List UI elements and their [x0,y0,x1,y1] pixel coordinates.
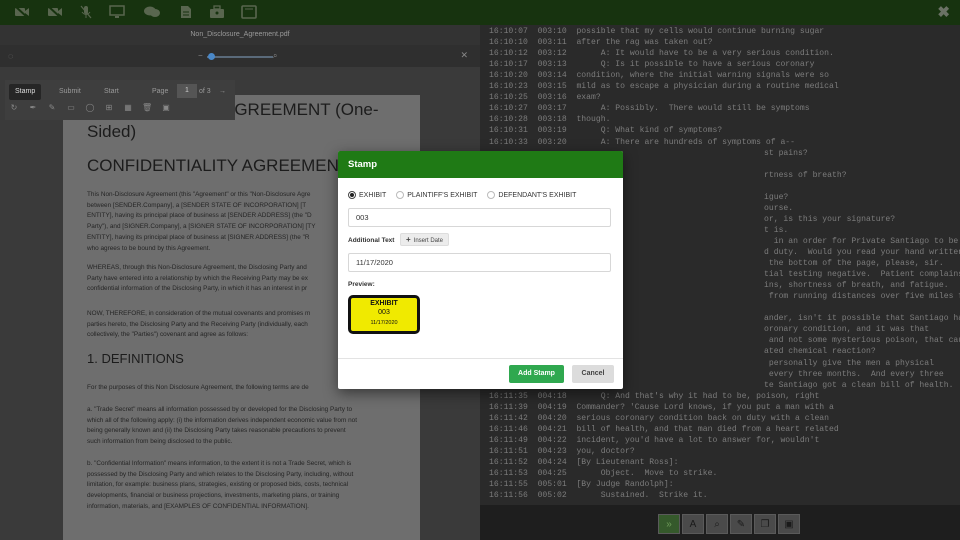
stamp-dialog-title: Stamp [338,151,623,178]
stamp-preview: EXHIBIT 003 11/17/2020 [348,295,420,334]
preview-date: 11/17/2020 [370,320,398,326]
cancel-button[interactable]: Cancel [572,365,614,383]
preview-label: Preview: [348,281,375,288]
dialog-divider [338,358,623,359]
option-exhibit[interactable]: EXHIBIT [348,191,386,199]
option-defendants-exhibit[interactable]: DEFENDANT'S EXHIBIT [487,191,576,199]
radio-icon[interactable] [487,191,496,199]
stamp-dialog: Stamp EXHIBIT PLAINTIFF'S EXHIBIT DEFEND… [338,151,623,389]
additional-text-input[interactable]: 11/17/2020 [348,253,611,272]
radio-selected-icon[interactable] [348,191,356,199]
exhibit-number-input[interactable]: 003 [348,208,611,227]
add-stamp-button[interactable]: Add Stamp [509,365,564,383]
preview-title: EXHIBIT [370,300,398,307]
radio-icon[interactable] [396,191,405,199]
additional-text-label: Additional Text [348,237,395,244]
insert-date-button[interactable]: + Insert Date [400,233,450,246]
stamp-type-options: EXHIBIT PLAINTIFF'S EXHIBIT DEFENDANT'S … [348,191,582,199]
preview-number: 003 [378,309,390,316]
plus-icon: + [406,235,411,244]
option-plaintiffs-exhibit[interactable]: PLAINTIFF'S EXHIBIT [396,191,477,199]
